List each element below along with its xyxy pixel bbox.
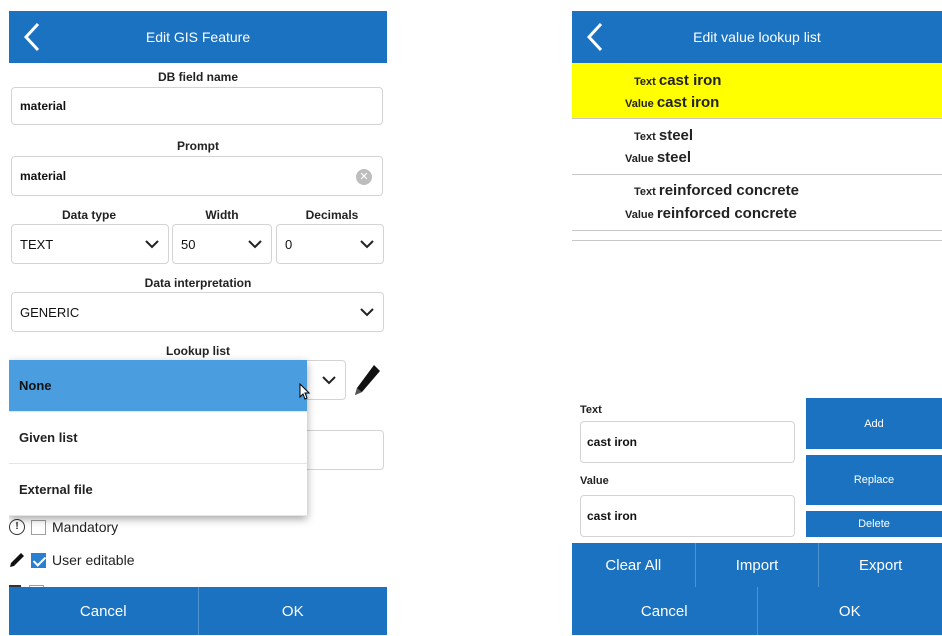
width-value: 50 (181, 236, 196, 252)
list-item-value: steel (656, 149, 692, 166)
prompt-value: material (20, 169, 67, 183)
value-input-value: cast iron (587, 509, 638, 523)
list-item-text: cast iron (658, 72, 722, 89)
chevron-down-icon (145, 240, 159, 249)
user-editable-label: User editable (52, 552, 135, 568)
list-item-value: reinforced concrete (656, 205, 797, 222)
chevron-down-icon (322, 376, 336, 385)
list-item-text-label: Text (634, 131, 656, 143)
screen-title: Edit GIS Feature (145, 29, 251, 45)
db-field-value: material (20, 99, 67, 113)
interpretation-select[interactable]: GENERIC (11, 292, 384, 332)
interpretation-label: Data interpretation (144, 276, 252, 290)
decimals-select[interactable]: 0 (276, 224, 384, 264)
data-type-value: TEXT (20, 236, 54, 252)
pencil-icon (10, 553, 24, 567)
top-bar: Edit value lookup list (572, 11, 942, 63)
top-bar: Edit GIS Feature (9, 11, 387, 63)
add-button[interactable]: Add (806, 398, 942, 449)
lookup-option-external-file[interactable]: External file (9, 464, 307, 516)
list-item-value: cast iron (656, 94, 720, 111)
prompt-input[interactable]: material ✕ (11, 156, 383, 196)
list-item[interactable]: Text cast iron Value cast iron (572, 63, 942, 119)
width-select[interactable]: 50 (172, 224, 272, 264)
ok-button[interactable]: OK (197, 587, 388, 635)
value-input-label: Value (580, 475, 609, 487)
edit-lookup-list-screen: Edit value lookup list Text cast iron Va… (572, 11, 942, 635)
list-item-value-label: Value (625, 209, 654, 221)
chevron-down-icon (360, 308, 374, 317)
lookup-dropdown-menu: None Given list External file (9, 360, 307, 516)
info-icon: ! (9, 519, 25, 535)
list-item-value-label: Value (625, 153, 654, 165)
data-type-select[interactable]: TEXT (11, 224, 169, 264)
back-arrow-icon[interactable] (584, 21, 606, 53)
export-button[interactable]: Export (818, 543, 942, 588)
decimals-label: Decimals (305, 208, 359, 222)
user-editable-row[interactable]: User editable (9, 552, 135, 568)
mouse-cursor-icon (299, 383, 311, 400)
interpretation-value: GENERIC (20, 304, 80, 320)
clear-icon[interactable]: ✕ (356, 169, 372, 185)
prompt-label: Prompt (177, 139, 219, 153)
cancel-button[interactable]: Cancel (9, 587, 198, 635)
list-item-text-label: Text (634, 186, 656, 198)
decimals-value: 0 (285, 236, 293, 252)
mandatory-checkbox[interactable] (31, 519, 46, 535)
mandatory-row[interactable]: ! Mandatory (9, 519, 118, 535)
list-item[interactable]: Text reinforced concrete Value reinforce… (572, 175, 942, 231)
list-item-text: reinforced concrete (658, 182, 799, 199)
pencil-icon[interactable] (352, 362, 382, 398)
text-input-label: Text (580, 404, 602, 416)
footer-bar: Cancel OK (9, 587, 387, 635)
clear-all-button[interactable]: Clear All (572, 543, 695, 588)
footer-bar: Cancel OK (572, 587, 942, 635)
replace-button[interactable]: Replace (806, 455, 942, 505)
lookup-option-none[interactable]: None (9, 360, 307, 412)
list-toolbar: Clear All Import Export (572, 543, 942, 589)
text-input-value: cast iron (587, 435, 638, 449)
width-label: Width (205, 208, 239, 222)
list-item-value-label: Value (625, 98, 654, 110)
user-editable-checkbox[interactable] (31, 552, 46, 568)
ok-button[interactable]: OK (756, 587, 942, 635)
cancel-button[interactable]: Cancel (572, 587, 757, 635)
value-input[interactable]: cast iron (580, 495, 795, 537)
screen-title: Edit value lookup list (693, 29, 821, 45)
list-item-text: steel (658, 127, 694, 144)
mandatory-label: Mandatory (52, 519, 119, 535)
delete-button[interactable]: Delete (806, 511, 942, 537)
edit-gis-feature-screen: Edit GIS Feature DB field name material … (9, 11, 387, 635)
list-item-text-label: Text (634, 76, 656, 88)
data-type-label: Data type (61, 208, 117, 222)
db-field-label: DB field name (157, 70, 238, 84)
db-field-input[interactable]: material (11, 87, 383, 125)
back-arrow-icon[interactable] (21, 21, 43, 53)
import-button[interactable]: Import (694, 543, 819, 588)
chevron-down-icon (248, 240, 262, 249)
lookup-option-given-list[interactable]: Given list (9, 412, 307, 464)
chevron-down-icon (360, 240, 374, 249)
text-input[interactable]: cast iron (580, 421, 795, 463)
lookup-label: Lookup list (166, 344, 230, 358)
list-item[interactable]: Text steel Value steel (572, 119, 942, 175)
